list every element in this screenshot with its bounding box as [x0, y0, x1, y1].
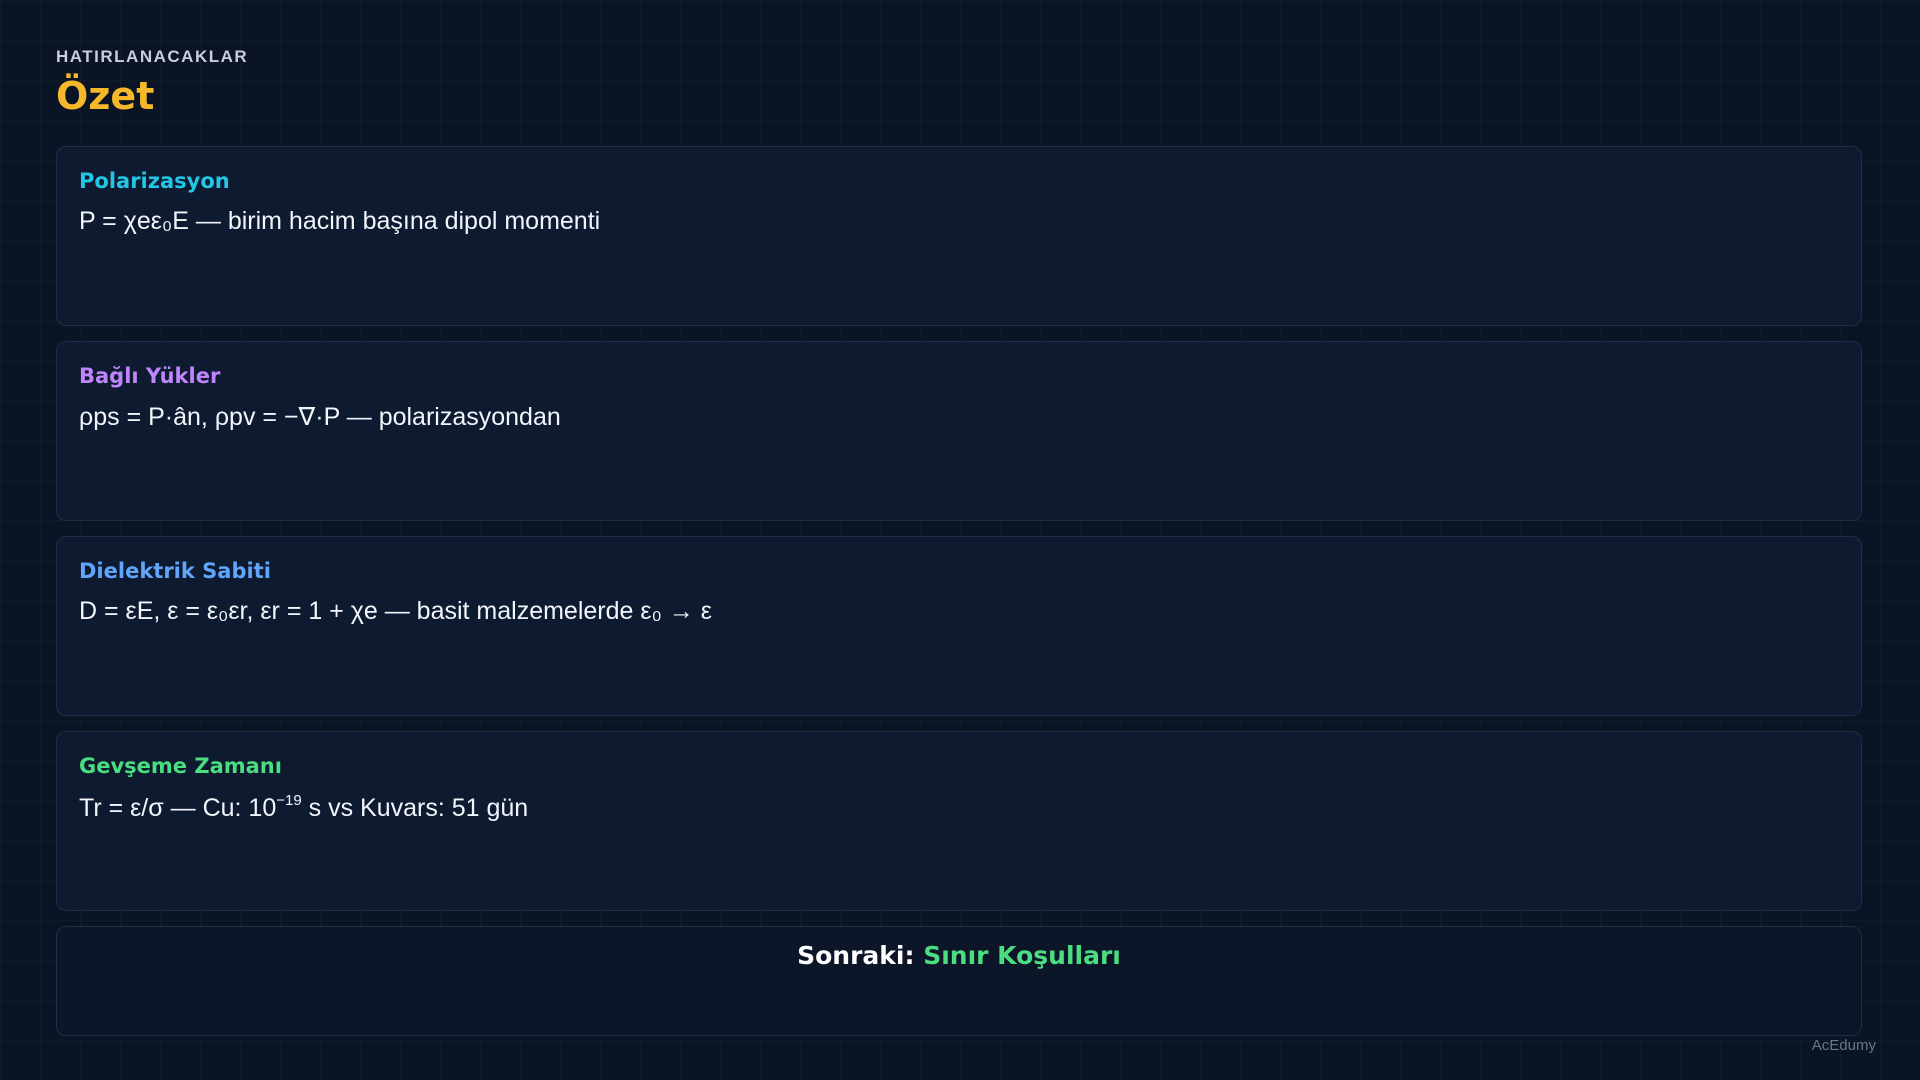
card-title: Dielektrik Sabiti	[79, 559, 271, 583]
next-topic-card: Sonraki: Sınır Koşulları	[56, 926, 1862, 1036]
exponent: −19	[276, 792, 302, 809]
summary-card-polarization: Polarizasyon P = χeε₀E — birim hacim baş…	[56, 146, 1862, 326]
card-body-text: s vs Kuvars: 51 gün	[301, 794, 529, 822]
summary-card-bound-charges: Bağlı Yükler ρps = P·ân, ρpv = −∇·P — po…	[56, 341, 1862, 521]
next-topic: Sonraki: Sınır Koşulları	[57, 941, 1861, 970]
card-body: ρps = P·ân, ρpv = −∇·P — polarizasyondan	[79, 403, 561, 431]
card-title: Bağlı Yükler	[79, 364, 221, 388]
summary-card-relaxation-time: Gevşeme Zamanı Tr = ε/σ — Cu: 10−19 s vs…	[56, 731, 1862, 911]
next-topic-link[interactable]: Sınır Koşulları	[923, 941, 1121, 970]
next-label: Sonraki:	[797, 941, 915, 970]
card-body: D = εE, ε = ε₀εr, εr = 1 + χe — basit ma…	[79, 597, 712, 625]
card-body: Tr = ε/σ — Cu: 10−19 s vs Kuvars: 51 gün	[79, 792, 528, 823]
summary-card-dielectric-constant: Dielektrik Sabiti D = εE, ε = ε₀εr, εr =…	[56, 536, 1862, 716]
page-title: Özet	[56, 74, 155, 118]
brand-logo-text: AcEdumy	[1811, 1037, 1876, 1054]
card-title: Polarizasyon	[79, 169, 230, 193]
card-body-text: Tr = ε/σ — Cu: 10	[79, 794, 277, 822]
section-eyebrow: HATIRLANACAKLAR	[56, 47, 249, 66]
card-body: P = χeε₀E — birim hacim başına dipol mom…	[79, 207, 601, 235]
card-title: Gevşeme Zamanı	[79, 754, 282, 778]
